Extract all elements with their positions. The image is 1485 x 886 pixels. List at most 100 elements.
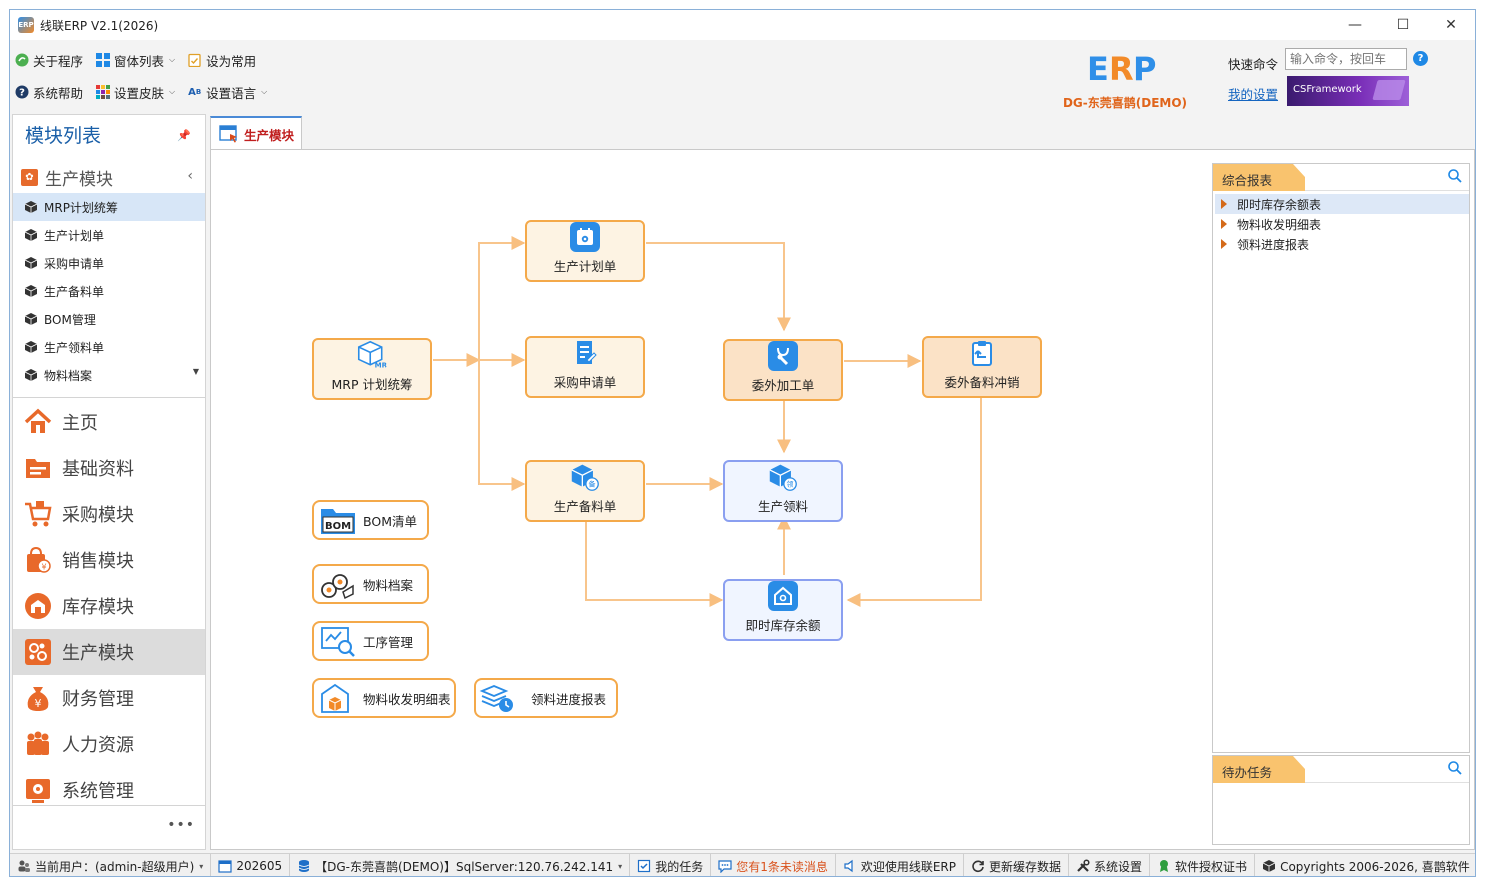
status-database[interactable]: 【DG-东莞喜鹊(DEMO)】SqlServer:120.76.242.141 … bbox=[290, 854, 631, 876]
status-refresh-cache[interactable]: 更新缓存数据 bbox=[964, 854, 1070, 876]
pin-icon[interactable]: 📌 bbox=[177, 129, 191, 142]
close-button[interactable]: ✕ bbox=[1427, 10, 1475, 40]
search-icon[interactable] bbox=[1447, 168, 1463, 184]
module-hr[interactable]: 人力资源 bbox=[13, 721, 205, 767]
flow-node-outsource[interactable]: 委外加工单 bbox=[723, 339, 843, 401]
reports-panel: 综合报表 即时库存余额表 物料收发明细表 领料进度报表 bbox=[1212, 163, 1470, 753]
nav-item-plan[interactable]: 生产计划单 bbox=[13, 221, 205, 249]
module-sales[interactable]: ¥ 销售模块 bbox=[13, 537, 205, 583]
nav-item-label: 生产领料单 bbox=[44, 340, 105, 355]
module-navigator: 模块列表 📌 ✿ 生产模块 ‹ MRP计划统筹 生产计划单 采购申请单 生产备料… bbox=[12, 114, 206, 850]
triangle-right-icon bbox=[1221, 199, 1227, 209]
status-bar: 当前用户：(admin-超级用户) ▾ 202605 【DG-东莞喜鹊(DEMO… bbox=[10, 853, 1475, 876]
clipboard-check-icon bbox=[187, 53, 202, 68]
process-search-icon bbox=[321, 627, 355, 657]
window-list-button[interactable]: 窗体列表 ⌵ bbox=[93, 49, 177, 71]
module-label: 系统管理 bbox=[62, 781, 134, 802]
window-title: 线联ERP V2.1(2026) bbox=[40, 18, 159, 33]
chevron-down-icon: ⌵ bbox=[169, 55, 176, 64]
about-button[interactable]: 关于程序 bbox=[12, 49, 85, 71]
minimize-button[interactable]: — bbox=[1331, 10, 1379, 40]
help-label: 系统帮助 bbox=[33, 85, 84, 101]
material-io-detail-button[interactable]: 物料收发明细表 bbox=[312, 678, 456, 718]
set-common-button[interactable]: 设为常用 bbox=[185, 49, 258, 71]
my-settings-link[interactable]: 我的设置 bbox=[1228, 84, 1278, 103]
module-label: 主页 bbox=[62, 413, 98, 434]
mrp-box-icon: MRP bbox=[357, 340, 387, 369]
report-item[interactable]: 物料收发明细表 bbox=[1215, 214, 1469, 234]
nav-item-mrp[interactable]: MRP计划统筹 bbox=[13, 193, 205, 221]
nav-group-production[interactable]: ✿ 生产模块 ‹ bbox=[13, 163, 205, 191]
module-inventory[interactable]: 库存模块 bbox=[13, 583, 205, 629]
nav-item-picking[interactable]: 生产领料单 bbox=[13, 333, 205, 361]
flow-node-pick[interactable]: 领 生产领料 bbox=[723, 460, 843, 522]
material-archive-button[interactable]: 物料档案 bbox=[312, 564, 429, 604]
quick-command-label: 快速命令 bbox=[1228, 57, 1279, 72]
module-label: 采购模块 bbox=[62, 505, 134, 526]
warehouse-box-icon bbox=[321, 683, 349, 713]
report-item[interactable]: 领料进度报表 bbox=[1215, 234, 1469, 254]
scroll-down-icon[interactable]: ▼ bbox=[193, 367, 199, 376]
link-label: 领料进度报表 bbox=[531, 691, 607, 707]
quick-command-input[interactable] bbox=[1285, 48, 1407, 70]
flow-node-outsource-offset[interactable]: 委外备料冲销 bbox=[922, 336, 1042, 398]
svg-text:R: R bbox=[1109, 50, 1134, 86]
nav-item-prep[interactable]: 生产备料单 bbox=[13, 277, 205, 305]
warehouse-icon bbox=[25, 593, 51, 619]
status-system-settings[interactable]: 系统设置 bbox=[1069, 854, 1151, 876]
chevron-left-icon[interactable]: ‹ bbox=[187, 168, 193, 184]
database-icon bbox=[298, 860, 310, 872]
flow-node-prep[interactable]: 备 生产备料单 bbox=[525, 460, 645, 522]
folder-icon bbox=[26, 459, 50, 478]
mrp-icon-text: MRP bbox=[375, 360, 387, 369]
flow-node-purchase-req[interactable]: 采购申请单 bbox=[525, 336, 645, 398]
tab-production[interactable]: 生产模块 bbox=[210, 116, 302, 150]
nav-group-label: 生产模块 bbox=[45, 169, 113, 190]
module-label: 库存模块 bbox=[62, 597, 134, 618]
language-label: 设置语言 bbox=[206, 85, 257, 101]
status-license-label: 软件授权证书 bbox=[1175, 859, 1248, 874]
nav-item-bom[interactable]: BOM管理 bbox=[13, 305, 205, 333]
palette-icon bbox=[95, 85, 110, 100]
csframework-banner[interactable]: CSFramework bbox=[1287, 76, 1409, 106]
module-purchase[interactable]: 采购模块 bbox=[13, 491, 205, 537]
flow-node-plan[interactable]: 生产计划单 bbox=[525, 220, 645, 282]
nav-item-material[interactable]: 物料档案 bbox=[13, 361, 205, 389]
search-icon[interactable] bbox=[1447, 760, 1463, 776]
status-copyright-label: Copyrights 2006-2026, 喜鹊软件 bbox=[1280, 859, 1470, 874]
module-finance[interactable]: ¥ 财务管理 bbox=[13, 675, 205, 721]
license-ribbon-icon bbox=[1160, 860, 1169, 872]
skin-button[interactable]: 设置皮肤 ⌵ bbox=[93, 81, 177, 103]
process-management-button[interactable]: 工序管理 bbox=[312, 621, 429, 661]
cube-icon bbox=[25, 313, 37, 325]
module-production[interactable]: 生产模块 bbox=[13, 629, 205, 675]
toolbar: 关于程序 窗体列表 ⌵ 设为常用 ? 系统帮助 设置皮肤 ⌵ A B 设置语言 … bbox=[10, 40, 1475, 110]
bom-list-button[interactable]: BOM BOM清单 bbox=[312, 500, 429, 540]
nav-divider bbox=[13, 397, 205, 398]
module-basic-data[interactable]: 基础资料 bbox=[13, 445, 205, 491]
maximize-button[interactable]: ☐ bbox=[1379, 10, 1427, 40]
language-button[interactable]: AB 设置语言 ⌵ bbox=[185, 81, 269, 103]
flow-node-mrp[interactable]: MRP MRP 计划统筹 bbox=[312, 338, 432, 400]
help-button[interactable]: ? 系统帮助 bbox=[12, 81, 85, 103]
pick-progress-report-button[interactable]: 领料进度报表 bbox=[474, 678, 618, 718]
status-messages[interactable]: 您有1条未读消息 bbox=[711, 854, 836, 876]
svg-text:¥: ¥ bbox=[41, 563, 46, 572]
module-home[interactable]: 主页 bbox=[13, 399, 205, 445]
help-icon[interactable]: ? bbox=[1413, 51, 1428, 66]
status-db-label: 【DG-东莞喜鹊(DEMO)】SqlServer:120.76.242.141 bbox=[315, 859, 614, 874]
status-user[interactable]: 当前用户：(admin-超级用户) ▾ bbox=[10, 854, 212, 876]
about-icon bbox=[14, 53, 29, 68]
link-label: BOM清单 bbox=[363, 513, 417, 529]
nav-item-label: 生产计划单 bbox=[44, 228, 105, 243]
status-tasks[interactable]: 我的任务 bbox=[630, 854, 712, 876]
more-options-button[interactable]: ••• bbox=[167, 817, 195, 833]
outsource-tool-icon bbox=[768, 341, 798, 371]
flow-node-label: 生产领料 bbox=[757, 499, 808, 514]
module-system[interactable]: 系统管理 bbox=[13, 767, 205, 813]
nav-item-purchase-req[interactable]: 采购申请单 bbox=[13, 249, 205, 277]
money-bag-icon: ¥ bbox=[27, 687, 49, 711]
status-license[interactable]: 软件授权证书 bbox=[1150, 854, 1256, 876]
flow-node-stock[interactable]: 即时库存余额 bbox=[723, 579, 843, 641]
report-item[interactable]: 即时库存余额表 bbox=[1215, 194, 1469, 214]
